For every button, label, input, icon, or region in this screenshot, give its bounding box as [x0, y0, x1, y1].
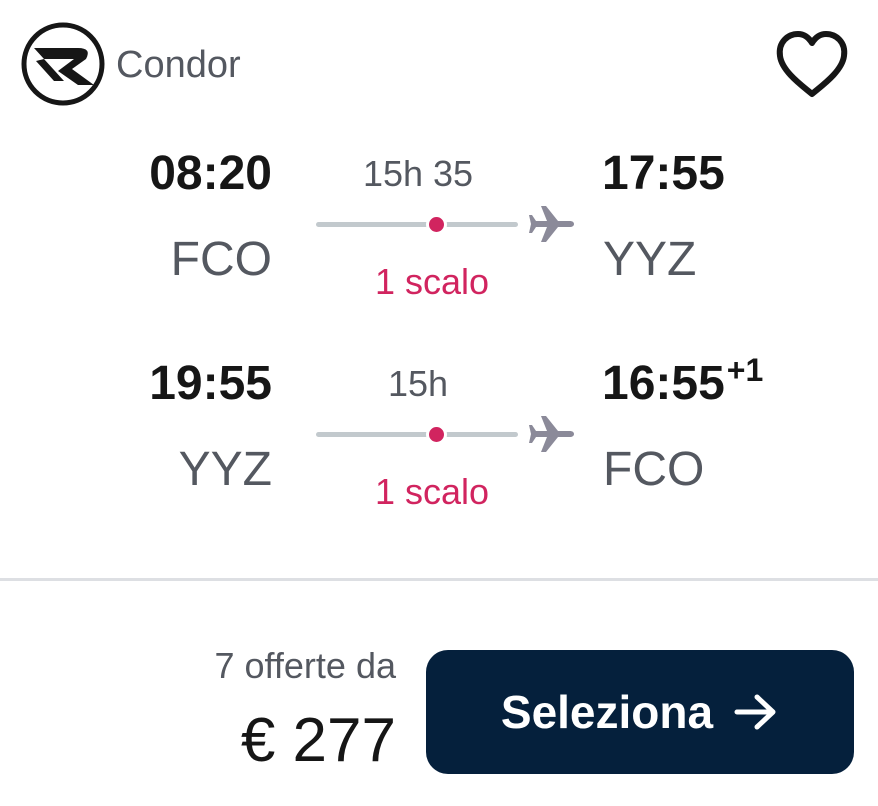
stops-label: 1 scalo [374, 261, 490, 302]
arrival-airport: FCO [603, 443, 705, 496]
select-button[interactable]: Seleziona [426, 650, 854, 774]
flight-duration: 15h [316, 366, 556, 402]
duration-label: 15h 35 [362, 153, 474, 194]
stops-label: 1 scalo [374, 471, 490, 512]
return-leg: 19:55 YYZ 15h 1 scalo 16:55+1 FCO [0, 350, 878, 510]
airline-name: Condor [116, 44, 241, 86]
duration-label: 15h [387, 363, 449, 404]
departure-time: 08:20 [149, 147, 272, 200]
departure-airport: FCO [170, 233, 272, 286]
route-line [316, 432, 518, 437]
plane-icon [529, 416, 574, 452]
departure-time: 19:55 [149, 357, 272, 410]
stops-count: 1 scalo [316, 264, 556, 300]
select-button-label: Seleziona [500, 686, 714, 738]
stop-dot [426, 214, 447, 235]
condor-logo-icon [21, 22, 105, 106]
arrival-airport: YYZ [603, 233, 697, 286]
flight-duration: 15h 35 [316, 156, 556, 192]
stops-count: 1 scalo [316, 474, 556, 510]
arrival-time: 16:55+1 [602, 354, 763, 410]
outbound-leg: 08:20 FCO 15h 35 1 scalo 17:55 YYZ [0, 140, 878, 300]
price: € 277 [240, 706, 396, 775]
stop-dot [426, 424, 447, 445]
arrival-time: 17:55 [602, 150, 725, 198]
heart-icon[interactable] [774, 30, 850, 100]
departure-airport: YYZ [178, 443, 272, 496]
arrival-day-offset: +1 [726, 352, 764, 388]
offers-count-label: 7 offerte da [214, 645, 396, 686]
divider [0, 578, 878, 581]
plane-icon [529, 206, 574, 242]
arrival-time-value: 16:55 [602, 357, 725, 410]
arrival-time-value: 17:55 [602, 147, 725, 200]
route-line [316, 222, 518, 227]
flight-result-card[interactable]: Condor 08:20 FCO 15h 35 1 scalo 17:55 YY… [0, 0, 878, 806]
arrow-right-icon [734, 694, 776, 730]
